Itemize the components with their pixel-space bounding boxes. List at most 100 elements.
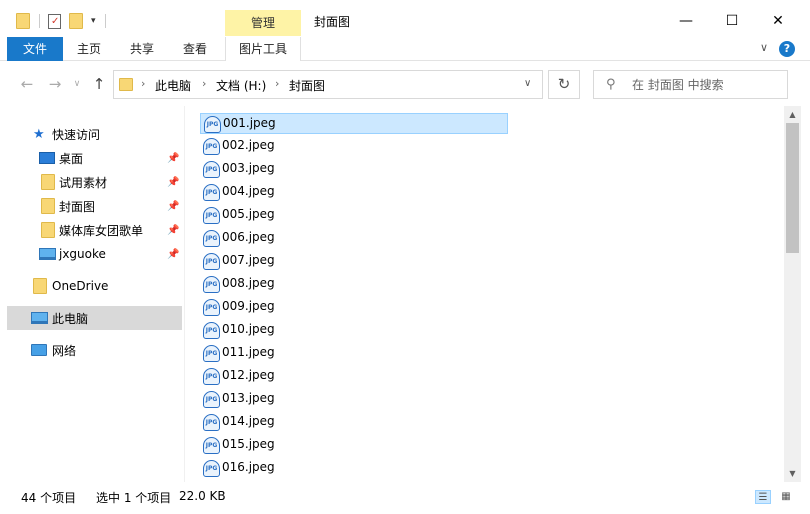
folder-icon[interactable] <box>16 13 30 29</box>
jpeg-file-icon: JPG <box>203 345 220 362</box>
up-button[interactable]: ↑ <box>88 75 110 93</box>
sidebar-item-desktop[interactable]: 桌面 📌 <box>7 146 182 170</box>
file-item[interactable]: JPG 014.jpeg <box>200 412 508 433</box>
tab-file[interactable]: 文件 <box>7 37 63 61</box>
jpeg-file-icon: JPG <box>203 253 220 270</box>
recent-locations-button[interactable]: ∨ <box>66 79 88 89</box>
jpeg-file-icon: JPG <box>203 414 220 431</box>
file-item[interactable]: JPG 010.jpeg <box>200 320 508 341</box>
sidebar-item-trial-materials[interactable]: 试用素材 📌 <box>7 170 182 194</box>
file-item[interactable]: JPG 009.jpeg <box>200 297 508 318</box>
file-name: 008.jpeg <box>222 276 275 290</box>
selection-count: 选中 1 个项目 <box>96 491 172 505</box>
sidebar-item-label: 媒体库女团歌单 <box>59 223 144 238</box>
sidebar-item-network[interactable]: 网络 <box>7 338 182 362</box>
search-input[interactable] <box>632 76 782 94</box>
address-separator[interactable]: › <box>141 77 145 90</box>
file-item[interactable]: JPG 007.jpeg <box>200 251 508 272</box>
help-icon[interactable]: ? <box>779 41 795 57</box>
file-list: JPG 001.jpeg JPG 002.jpeg JPG 003.jpeg JPG 004.… <box>186 106 784 482</box>
file-item[interactable]: JPG 012.jpeg <box>200 366 508 387</box>
jpeg-file-icon: JPG <box>203 460 220 477</box>
sidebar-item-label: jxguoke <box>59 247 106 261</box>
sidebar-item-quick-access[interactable]: ★ 快速访问 <box>7 122 182 146</box>
address-segment-documents[interactable]: 文档 (H:) <box>216 77 266 94</box>
navigation-bar: ← → ∨ ↑ › 此电脑 › 文档 (H:) › 封面图 ∨ ↻ ⚲ <box>0 62 810 106</box>
folder-icon <box>119 78 133 91</box>
file-item[interactable]: JPG 016.jpeg <box>200 458 508 479</box>
file-name: 010.jpeg <box>222 322 275 336</box>
details-view-icon[interactable]: ☰ <box>755 490 771 504</box>
folder-icon <box>41 174 55 190</box>
file-item[interactable]: JPG 011.jpeg <box>200 343 508 364</box>
properties-icon[interactable]: ✓ <box>48 13 61 29</box>
pin-icon[interactable]: 📌 <box>167 177 179 188</box>
new-folder-icon[interactable] <box>69 13 83 29</box>
maximize-button[interactable]: ☐ <box>709 8 755 34</box>
sidebar-item-label: 封面图 <box>59 199 96 214</box>
file-item[interactable]: JPG 008.jpeg <box>200 274 508 295</box>
large-icons-view-icon[interactable]: ▦ <box>778 490 794 504</box>
address-segment-this-pc[interactable]: 此电脑 <box>155 77 191 94</box>
pin-icon[interactable]: 📌 <box>167 201 179 212</box>
context-tab-manage[interactable]: 管理 <box>225 10 301 36</box>
close-button[interactable]: ✕ <box>755 8 801 34</box>
navigation-pane: ★ 快速访问 桌面 📌 试用素材 📌 封面图 📌 媒体库女团歌单 📌 jxguo… <box>0 106 184 482</box>
file-item[interactable]: JPG 002.jpeg <box>200 136 508 157</box>
jpeg-file-icon: JPG <box>203 299 220 316</box>
pin-icon[interactable]: 📌 <box>167 225 179 236</box>
sidebar-item-jxguoke[interactable]: jxguoke 📌 <box>7 242 182 266</box>
search-box[interactable]: ⚲ <box>593 70 788 99</box>
address-separator[interactable]: › <box>202 77 206 90</box>
tab-view[interactable]: 查看 <box>183 37 207 61</box>
forward-button[interactable]: → <box>44 75 66 93</box>
window-title: 封面图 <box>314 15 351 29</box>
sidebar-item-this-pc[interactable]: 此电脑 <box>7 306 182 330</box>
jpeg-file-icon: JPG <box>204 116 221 133</box>
sidebar-item-media-playlist[interactable]: 媒体库女团歌单 📌 <box>7 218 182 242</box>
file-name: 006.jpeg <box>222 230 275 244</box>
file-name: 014.jpeg <box>222 414 275 428</box>
customize-toolbar-icon[interactable]: ▾ <box>91 16 96 26</box>
tab-picture-tools[interactable]: 图片工具 <box>225 37 301 61</box>
pin-icon[interactable]: 📌 <box>167 249 179 260</box>
scroll-down-button[interactable]: ▼ <box>784 465 801 482</box>
minimize-button[interactable]: — <box>663 8 709 34</box>
tab-home[interactable]: 主页 <box>77 37 101 61</box>
sidebar-item-label: 试用素材 <box>59 175 108 190</box>
folder-icon <box>41 222 55 238</box>
tab-share[interactable]: 共享 <box>130 37 154 61</box>
address-separator[interactable]: › <box>275 77 279 90</box>
scroll-up-button[interactable]: ▲ <box>784 106 801 123</box>
back-button[interactable]: ← <box>16 75 38 93</box>
file-name: 005.jpeg <box>222 207 275 221</box>
file-name: 011.jpeg <box>222 345 275 359</box>
pin-icon[interactable]: 📌 <box>167 153 179 164</box>
sidebar-item-onedrive[interactable]: OneDrive <box>7 274 182 298</box>
desktop-icon <box>39 152 55 164</box>
ribbon-expand-icon[interactable]: ∨ <box>760 41 768 54</box>
file-item[interactable]: JPG 001.jpeg <box>200 113 508 134</box>
sidebar-item-label: 网络 <box>52 343 77 358</box>
file-item[interactable]: JPG 004.jpeg <box>200 182 508 203</box>
address-segment-cover-images[interactable]: 封面图 <box>289 77 325 94</box>
address-bar[interactable]: › 此电脑 › 文档 (H:) › 封面图 ∨ <box>113 70 543 99</box>
network-icon <box>31 344 47 356</box>
file-name: 012.jpeg <box>222 368 275 382</box>
file-item[interactable]: JPG 015.jpeg <box>200 435 508 456</box>
refresh-button[interactable]: ↻ <box>548 70 580 99</box>
file-item[interactable]: JPG 013.jpeg <box>200 389 508 410</box>
address-dropdown-icon[interactable]: ∨ <box>524 78 531 89</box>
sidebar-item-cover-images[interactable]: 封面图 📌 <box>7 194 182 218</box>
file-name: 001.jpeg <box>223 116 276 130</box>
file-item[interactable]: JPG 005.jpeg <box>200 205 508 226</box>
file-name: 016.jpeg <box>222 460 275 474</box>
jpeg-file-icon: JPG <box>203 230 220 247</box>
file-item[interactable]: JPG 003.jpeg <box>200 159 508 180</box>
scroll-thumb[interactable] <box>786 123 799 253</box>
computer-icon <box>39 248 56 260</box>
pane-divider[interactable] <box>184 106 185 482</box>
item-count: 44 个项目 <box>21 491 77 505</box>
vertical-scrollbar[interactable]: ▲ ▼ <box>784 106 801 482</box>
file-item[interactable]: JPG 006.jpeg <box>200 228 508 249</box>
